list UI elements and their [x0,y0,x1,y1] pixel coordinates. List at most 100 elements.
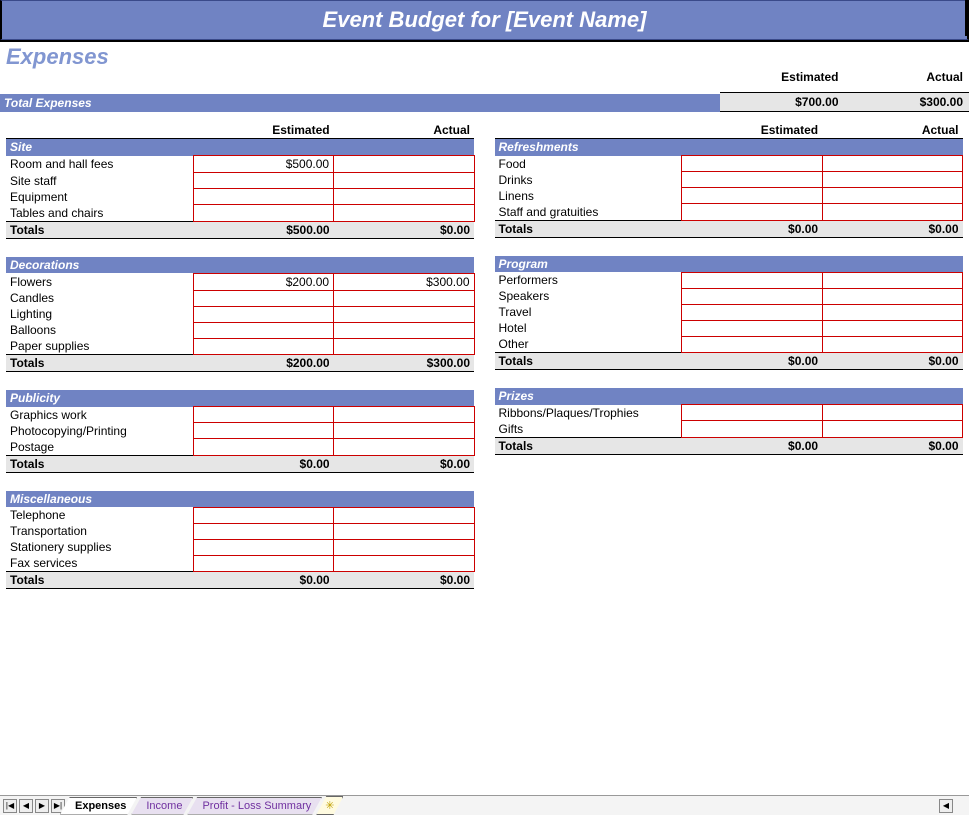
tab-nav-first[interactable]: |◀ [3,799,17,813]
item-estimated-cell[interactable] [193,423,333,439]
item-label: Speakers [495,288,682,304]
right-scroll-indicator [965,0,969,36]
item-label: Gifts [495,421,682,438]
item-estimated-cell[interactable] [682,421,822,438]
item-estimated-cell[interactable] [682,156,822,172]
item-estimated-cell[interactable] [193,407,333,423]
tab-nav-next[interactable]: ▶ [35,799,49,813]
item-label: Linens [495,188,682,204]
section-heading: Expenses [0,40,969,70]
totals-label: Totals [495,437,682,454]
item-estimated-cell[interactable] [682,405,822,421]
item-estimated-cell[interactable]: $200.00 [193,273,333,290]
item-actual-cell[interactable] [334,306,474,322]
item-label: Fax services [6,555,193,572]
item-actual-cell[interactable] [334,423,474,439]
item-estimated-cell[interactable] [193,507,333,523]
item-row: Flowers$200.00$300.00 [6,273,474,290]
item-actual-cell[interactable] [334,189,474,205]
category-header: Refreshments [495,139,963,156]
total-expenses-estimated: $700.00 [720,93,845,111]
item-actual-cell[interactable] [334,205,474,222]
col-header-estimated: Estimated [682,122,822,139]
item-actual-cell[interactable] [822,336,962,353]
item-row: Lighting [6,306,474,322]
item-row: Speakers [495,288,963,304]
sheet-tab-income[interactable]: Income [131,797,193,815]
item-actual-cell[interactable] [334,338,474,355]
category-table: PrizesRibbons/Plaques/TrophiesGiftsTotal… [495,388,964,455]
item-estimated-cell[interactable] [682,320,822,336]
category-table: PublicityGraphics workPhotocopying/Print… [6,390,475,473]
item-label: Tables and chairs [6,205,193,222]
item-estimated-cell[interactable] [193,322,333,338]
item-estimated-cell[interactable] [193,290,333,306]
item-actual-cell[interactable] [334,539,474,555]
item-row: Stationery supplies [6,539,474,555]
item-label: Travel [495,304,682,320]
item-estimated-cell[interactable] [682,272,822,288]
item-actual-cell[interactable] [822,172,962,188]
horizontal-scroll-left-button[interactable]: ◀ [939,799,953,813]
totals-label: Totals [6,355,193,372]
item-estimated-cell[interactable] [193,205,333,222]
page-title: Event Budget for [Event Name] [0,0,969,40]
item-estimated-cell[interactable] [682,172,822,188]
item-actual-cell[interactable] [334,439,474,456]
tab-nav-prev[interactable]: ◀ [19,799,33,813]
item-actual-cell[interactable] [822,320,962,336]
category-header: Site [6,139,474,156]
item-row: Graphics work [6,407,474,423]
item-actual-cell[interactable] [334,523,474,539]
item-estimated-cell[interactable] [682,304,822,320]
item-estimated-cell[interactable] [682,188,822,204]
item-actual-cell[interactable] [822,272,962,288]
item-actual-cell[interactable] [822,188,962,204]
item-estimated-cell[interactable] [193,523,333,539]
item-label: Photocopying/Printing [6,423,193,439]
item-estimated-cell[interactable] [193,439,333,456]
item-actual-cell[interactable] [334,156,474,173]
item-estimated-cell[interactable] [682,204,822,221]
item-row: Drinks [495,172,963,188]
item-actual-cell[interactable] [822,405,962,421]
totals-label: Totals [6,572,193,589]
item-actual-cell[interactable] [822,304,962,320]
item-estimated-cell[interactable] [193,173,333,189]
category-table: DecorationsFlowers$200.00$300.00CandlesL… [6,257,475,373]
item-label: Telephone [6,507,193,523]
item-actual-cell[interactable] [334,555,474,572]
item-actual-cell[interactable] [334,322,474,338]
item-row: Photocopying/Printing [6,423,474,439]
totals-actual: $0.00 [334,455,474,472]
item-estimated-cell[interactable]: $500.00 [193,156,333,173]
item-actual-cell[interactable] [822,156,962,172]
item-row: Food [495,156,963,172]
item-row: Postage [6,439,474,456]
item-estimated-cell[interactable] [193,555,333,572]
item-actual-cell[interactable] [822,204,962,221]
item-label: Other [495,336,682,353]
item-estimated-cell[interactable] [193,338,333,355]
item-actual-cell[interactable] [822,421,962,438]
sheet-tab-expenses[interactable]: Expenses [60,797,137,815]
item-label: Food [495,156,682,172]
item-label: Staff and gratuities [495,204,682,221]
item-row: Performers [495,272,963,288]
item-label: Transportation [6,523,193,539]
item-estimated-cell[interactable] [193,306,333,322]
item-actual-cell[interactable] [334,173,474,189]
item-label: Flowers [6,273,193,290]
item-estimated-cell[interactable] [193,539,333,555]
item-actual-cell[interactable] [334,290,474,306]
item-actual-cell[interactable] [334,507,474,523]
item-label: Postage [6,439,193,456]
item-actual-cell[interactable] [334,407,474,423]
sheet-tab-profit-loss[interactable]: Profit - Loss Summary [187,797,322,815]
item-estimated-cell[interactable] [193,189,333,205]
item-actual-cell[interactable]: $300.00 [334,273,474,290]
item-estimated-cell[interactable] [682,336,822,353]
item-estimated-cell[interactable] [682,288,822,304]
item-actual-cell[interactable] [822,288,962,304]
totals-actual: $0.00 [822,353,962,370]
